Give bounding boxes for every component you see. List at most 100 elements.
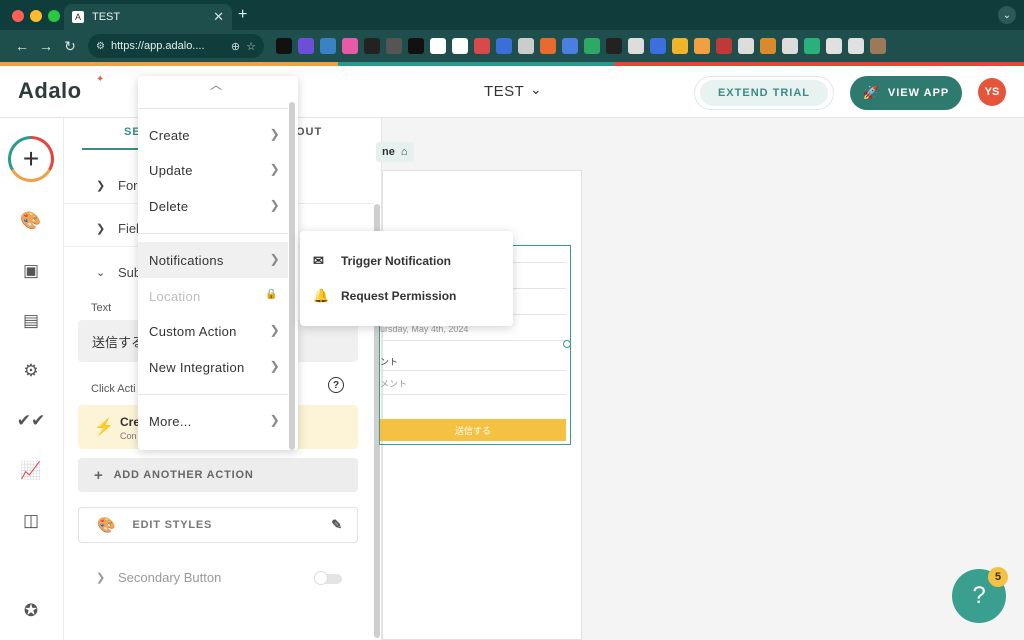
pin-icon[interactable]: [430, 38, 446, 54]
triangle-icon[interactable]: [562, 38, 578, 54]
extend-trial-button[interactable]: EXTEND TRIAL: [694, 76, 834, 110]
x-icon[interactable]: [452, 38, 468, 54]
new-tab-button[interactable]: +: [238, 6, 247, 24]
site-settings-icon[interactable]: ⚙: [96, 41, 105, 52]
menu-item-create[interactable]: Create ❯: [138, 117, 288, 153]
menu-item-custom-action[interactable]: Custom Action ❯: [138, 313, 288, 349]
menu-item-label: More...: [149, 413, 192, 429]
menu-item-label: Notifications: [149, 252, 224, 268]
submenu-item-trigger-notification[interactable]: ✉ Trigger Notification: [300, 243, 513, 279]
close-tab-icon[interactable]: ✕: [213, 9, 224, 25]
reload-icon[interactable]: ↻: [58, 38, 82, 55]
browser-tab[interactable]: A TEST ✕: [64, 4, 232, 30]
chevron-right-icon: ❯: [269, 127, 280, 141]
maximize-window-button[interactable]: [48, 10, 60, 22]
minimize-window-button[interactable]: [30, 10, 42, 22]
analytics-icon[interactable]: 📈: [20, 460, 42, 482]
chevron-right-icon: ❯: [269, 198, 280, 212]
edit-styles-label: EDIT STYLES: [132, 519, 213, 531]
form-divider: [380, 370, 566, 371]
adalo-logo[interactable]: Adalo: [18, 78, 82, 104]
coin-icon[interactable]: [760, 38, 776, 54]
menu-item-new-integration[interactable]: New Integration ❯: [138, 349, 288, 385]
comment-label: ント: [380, 357, 399, 367]
menu-scrollbar[interactable]: [289, 102, 295, 450]
chevron-up-icon[interactable]: ︿: [210, 76, 222, 93]
section-secondary-button[interactable]: ❯ Secondary Button: [96, 570, 221, 585]
cloud-icon[interactable]: [782, 38, 798, 54]
bracket-icon[interactable]: [650, 38, 666, 54]
home-icon: ⌂: [400, 146, 408, 158]
database-icon[interactable]: ▤: [20, 310, 42, 332]
menu-divider: [138, 108, 288, 109]
docs-icon[interactable]: [496, 38, 512, 54]
plus-icon: +: [94, 466, 104, 484]
profile-pic-icon[interactable]: [870, 38, 886, 54]
hat-icon[interactable]: [408, 38, 424, 54]
view-app-button[interactable]: 🚀 VIEW APP: [850, 76, 962, 110]
view-app-label: VIEW APP: [887, 87, 950, 99]
puzzle-red-icon[interactable]: [716, 38, 732, 54]
add-another-action-button[interactable]: + ADD ANOTHER ACTION: [78, 458, 358, 492]
download-icon[interactable]: [320, 38, 336, 54]
menu-item-more[interactable]: More... ❯: [138, 403, 288, 439]
chevron-right-icon: ❯: [96, 223, 106, 235]
green-dots-icon[interactable]: [584, 38, 600, 54]
help-icon[interactable]: ?: [328, 377, 344, 393]
publish-icon[interactable]: ✔✔: [17, 410, 46, 432]
m-icon[interactable]: [540, 38, 556, 54]
tab-layout[interactable]: OUT: [296, 126, 322, 138]
app-name[interactable]: TEST: [484, 83, 524, 100]
submit-button-preview[interactable]: 送信する: [380, 419, 566, 441]
mic-icon[interactable]: [386, 38, 402, 54]
menu-item-notifications[interactable]: Notifications ❯: [138, 242, 288, 278]
menu-item-location: Location 🔒: [138, 278, 288, 314]
avatar[interactable]: YS: [978, 78, 1006, 106]
puzzle-icon[interactable]: [826, 38, 842, 54]
url-text: https://app.adalo....: [110, 40, 205, 52]
add-component-button[interactable]: +: [8, 136, 54, 182]
chevron-right-icon: ❯: [269, 323, 280, 337]
sync-icon[interactable]: [848, 38, 864, 54]
logo-sparkle-icon: ✦: [96, 74, 105, 85]
w-icon[interactable]: [694, 38, 710, 54]
dark-square-icon[interactable]: [606, 38, 622, 54]
g-icon[interactable]: [518, 38, 534, 54]
chevron-right-icon: ❯: [96, 180, 106, 192]
screens-icon[interactable]: ▣: [20, 260, 42, 282]
close-window-button[interactable]: [12, 10, 24, 22]
text-label: Text: [91, 302, 112, 314]
red-x-icon[interactable]: [474, 38, 490, 54]
submenu-item-request-permission[interactable]: 🔔 Request Permission: [300, 278, 513, 314]
chevron-down-icon[interactable]: ⌄: [998, 6, 1016, 24]
palette-icon[interactable]: 🎨: [20, 210, 42, 232]
bell-lock-icon: 🔔: [313, 288, 330, 303]
menu-item-delete[interactable]: Delete ❯: [138, 188, 288, 224]
chevron-down-icon[interactable]: ⌄: [530, 81, 542, 98]
purple-badge-icon[interactable]: [298, 38, 314, 54]
marketplace-icon[interactable]: ◫: [20, 510, 42, 532]
circle-o-icon[interactable]: [276, 38, 292, 54]
check-badge-icon[interactable]: ✪: [20, 600, 42, 622]
browser-titlebar: A TEST ✕ + ⌄: [0, 0, 1024, 30]
forward-icon[interactable]: →: [34, 38, 58, 54]
zoom-icon[interactable]: ⊕: [231, 40, 240, 53]
address-bar[interactable]: ⚙ https://app.adalo.... ⊕ ☆: [88, 34, 264, 58]
bookmark-star-icon[interactable]: ☆: [246, 40, 256, 53]
plus-icon: +: [11, 139, 51, 179]
ff-icon[interactable]: [364, 38, 380, 54]
back-icon[interactable]: ←: [10, 38, 34, 54]
screen-label[interactable]: ne ⌂: [376, 142, 414, 162]
m-green-icon[interactable]: [804, 38, 820, 54]
pink-square-icon[interactable]: [342, 38, 358, 54]
color-icon[interactable]: [672, 38, 688, 54]
secondary-button-toggle[interactable]: [314, 571, 342, 585]
edit-styles-button[interactable]: 🎨 EDIT STYLES ✎: [78, 507, 358, 543]
extensions-row: [276, 38, 886, 54]
mail-icon[interactable]: [738, 38, 754, 54]
settings-icon[interactable]: ⚙: [20, 360, 42, 382]
dropper-icon[interactable]: [628, 38, 644, 54]
resize-handle[interactable]: [563, 340, 571, 348]
menu-divider: [138, 233, 288, 234]
menu-item-update[interactable]: Update ❯: [138, 152, 288, 188]
